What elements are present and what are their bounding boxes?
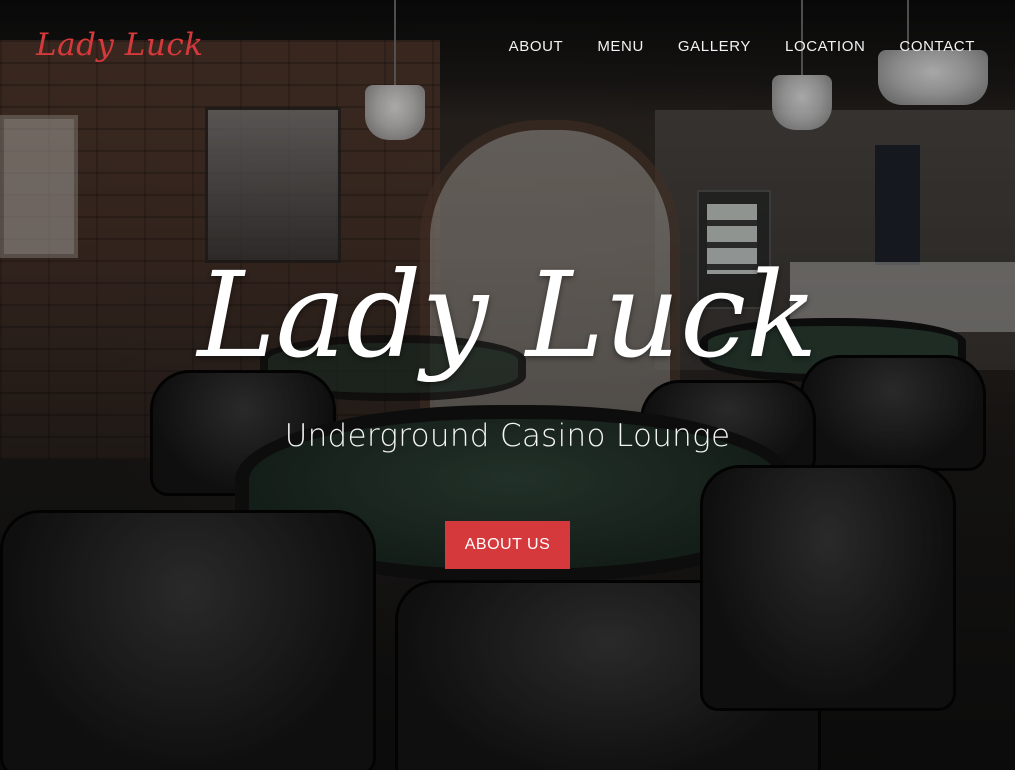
logo[interactable]: Lady Luck	[36, 27, 203, 63]
nav-menu: ABOUT MENU GALLERY LOCATION CONTACT	[509, 38, 975, 55]
nav-item-contact[interactable]: CONTACT	[899, 38, 975, 55]
about-us-button[interactable]: ABOUT US	[445, 521, 570, 569]
hero-section: Lady Luck ABOUT MENU GALLERY LOCATION CO…	[0, 0, 1015, 770]
nav-item-menu[interactable]: MENU	[597, 38, 644, 55]
nav-item-location[interactable]: LOCATION	[785, 38, 865, 55]
hero-title: Lady Luck	[197, 246, 818, 384]
hero-subtitle: Underground Casino Lounge	[284, 418, 731, 454]
nav-item-about[interactable]: ABOUT	[509, 38, 564, 55]
image-overlay	[0, 0, 1015, 770]
top-navigation: Lady Luck ABOUT MENU GALLERY LOCATION CO…	[0, 0, 1015, 95]
nav-item-gallery[interactable]: GALLERY	[678, 38, 751, 55]
